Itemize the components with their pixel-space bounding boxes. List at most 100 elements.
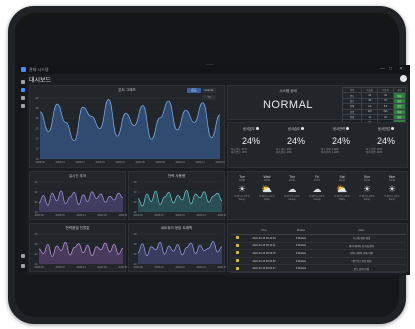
weather-forecast-line: Partly (339, 198, 345, 201)
minimize-button[interactable]: — (380, 66, 385, 72)
table-row[interactable]: 2022-10-15 09:05:52 # Module 네트워크 응답 확인 (231, 257, 406, 266)
y-tick-label: 40 (36, 96, 39, 100)
y-tick-label: 30 (134, 190, 137, 194)
close-button[interactable]: ✕ (399, 66, 403, 72)
dashboard-icon[interactable] (21, 88, 25, 92)
y-tick-label: 35 (36, 106, 39, 110)
table-row[interactable]: 2022-10-15 09:12:03 # Module 시스템 정상 점검 (231, 234, 406, 243)
mini-chart-svg: 4030201010/08 09 10/08 15 10/08 21 10/09 03… (133, 232, 226, 269)
kpi-label: 센서습도 (276, 126, 316, 131)
weather-forecast: H:24°C L:15°C Sunny (357, 196, 377, 202)
weather-forecast: H:22°C L:13°C Partly (332, 196, 352, 202)
cell: 온도 센서 보정 (317, 264, 406, 273)
table-row[interactable]: 2022-10-15 09:03:27 # Module 온도 센서 보정 (231, 264, 406, 273)
x-tick-label: 10/08 13 (55, 161, 65, 164)
system-status-value: NORMAL (262, 99, 314, 111)
user-icon[interactable] (21, 264, 25, 268)
list-icon[interactable] (21, 96, 25, 100)
kpi-card: 센서전압 24% 최고 전압: 223V 최저 전압: 218V (366, 126, 406, 154)
warning-icon (235, 236, 239, 240)
system-status-title: 시스템 상태 (279, 89, 297, 93)
home-icon[interactable] (21, 80, 25, 84)
x-tick-label: 10/09 09 (217, 266, 226, 269)
bezel-top (15, 13, 399, 69)
weather-day: Thu 10/10 ☁ H:21°C L:14°C Cloudy (282, 175, 302, 202)
cell: # Module (285, 257, 317, 266)
x-tick-label: 10/08 21 (95, 161, 105, 164)
y-tick-label: 20 (35, 252, 38, 256)
x-tick-label: 10/09 01 (115, 161, 125, 164)
partly-cloudy-icon: ⛅ (336, 184, 348, 194)
x-tick-label: 10/08 15 (154, 266, 164, 269)
cell: 2022-10-15 09:03:27 (243, 264, 285, 273)
series-area (138, 241, 222, 264)
kpi-sub: 최고 전력: 3.2kW 최저 전력: 1.1kW (321, 148, 361, 154)
x-tick-label: 10/09 03 (196, 266, 206, 269)
weather-forecast-line: Cloudy (313, 198, 321, 201)
kpi-value: 24% (331, 136, 350, 146)
kpi-sub-line: 최저 전압: 218V (366, 151, 383, 154)
weather-day: Mon 10/14 ☀ H:25°C L:16°C Sunny (382, 175, 402, 202)
weather-forecast-line: Sunny (363, 198, 371, 201)
cell: 2022-10-15 09:05:52 (243, 257, 285, 266)
x-tick-label: 10/09 03 (97, 214, 107, 217)
maximize-button[interactable]: □ (389, 66, 392, 72)
cell: 2022-10-15 09:10:41 (243, 242, 285, 251)
log-panel: Time Module Desc 2022-10-15 09:12:03 # Mo… (227, 223, 408, 273)
y-tick-label: 30 (36, 116, 39, 120)
mini-chart-svg: 4030201010/08 09 10/08 15 10/08 21 10/09 03… (34, 232, 127, 269)
kpi-card: 센서온도 24% 최고 온도: 31°C 최저 온도: 18°C (231, 126, 271, 154)
log-table-header: Time Module Desc (231, 226, 406, 235)
weather-panel: Tue 10/08 ☀ H:24°C L:15°C Sunny Wed 10/09… (227, 171, 408, 220)
settings-icon[interactable] (21, 254, 25, 258)
main-chart-panel: 온도 그래프 온도 Humid 7d 40 35 30 25 20 15 10 10/08 0… (29, 85, 225, 168)
weather-day: Wed 10/09 ⛅ H:23°C L:14°C Partly (257, 175, 277, 202)
cell: 센서 데이터 동기화 완료 (317, 242, 406, 251)
x-tick-label: 10/09 09 (217, 214, 226, 217)
mini-chart-panel-2: 전력 사용량 40 30 20 10 10/08 09 10/08 15 10/08 21 1… (128, 171, 226, 220)
cell (231, 242, 243, 251)
y-tick-label: 15 (36, 147, 39, 151)
weather-forecast-line: Cloudy (288, 198, 296, 201)
cell (231, 234, 243, 243)
sun-icon: ☀ (362, 184, 372, 194)
y-tick-label: 30 (35, 242, 38, 246)
status-table: 항목 측정값 기준치 상태 온도 24 35 정상 습도 45 70 정상 전력 3.2 5.0… (341, 86, 407, 126)
chart-icon[interactable] (21, 104, 25, 108)
x-tick-label: 10/08 09 (34, 214, 44, 217)
kpi-label-text: 센서전압 (377, 127, 391, 131)
warning-icon (235, 259, 239, 263)
app-icon (21, 67, 26, 72)
x-tick-label: 10/08 21 (175, 266, 185, 269)
x-tick-label: 10/09 17 (195, 161, 205, 164)
table-row[interactable]: 2022-10-15 09:10:41 # Module 센서 데이터 동기화 완료 (231, 242, 406, 251)
sidebar (19, 74, 27, 275)
mini-chart-panel-4: 네트워크 응답 트래픽 40 30 20 10 10/08 09 10/08 15 10/0… (128, 223, 226, 272)
kpi-value: 24% (286, 136, 305, 146)
kpi-sub: 최고 온도: 31°C 최저 온도: 18°C (231, 148, 271, 154)
kpi-sub-line: 최저 습도: 20% (276, 151, 292, 154)
x-tick-label: 10/08 21 (76, 266, 86, 269)
kpi-sub-line: 최저 전력: 1.1kW (321, 151, 339, 154)
cell: 2022-10-15 09:12:03 (243, 234, 285, 243)
series-area (39, 242, 123, 264)
weather-forecast-line: Partly (264, 198, 270, 201)
log-col-desc: Desc (317, 226, 406, 235)
weather-forecast: H:24°C L:15°C Sunny (232, 196, 252, 202)
log-table: Time Module Desc 2022-10-15 09:12:03 # Mo… (231, 226, 406, 273)
kpi-panel: 센서온도 24% 최고 온도: 31°C 최저 온도: 18°C 센서습도 24%… (227, 122, 408, 168)
weather-date: 10/11 (314, 179, 320, 182)
mini-chart-svg: 4030201010/08 09 10/08 15 10/08 21 10/09 03… (133, 180, 226, 217)
cell: # Module (285, 264, 317, 273)
window-title: 관제 시스템 (29, 67, 49, 72)
table-row[interactable]: 2022-10-15 09:08:15 # Module 전력 사용량 기록 저장 (231, 249, 406, 258)
weather-date: 10/10 (289, 179, 295, 182)
cell (231, 264, 243, 273)
avatar[interactable] (400, 75, 407, 82)
log-col-level (231, 226, 243, 235)
mini-chart-svg: 4030201010/08 09 10/08 15 10/08 21 10/09 03… (34, 180, 127, 217)
kpi-label-text: 센서온도 (242, 127, 256, 131)
cell: 네트워크 응답 확인 (317, 257, 406, 266)
weather-forecast: H:25°C L:16°C Sunny (382, 196, 402, 202)
y-tick-label: 40 (134, 180, 137, 184)
